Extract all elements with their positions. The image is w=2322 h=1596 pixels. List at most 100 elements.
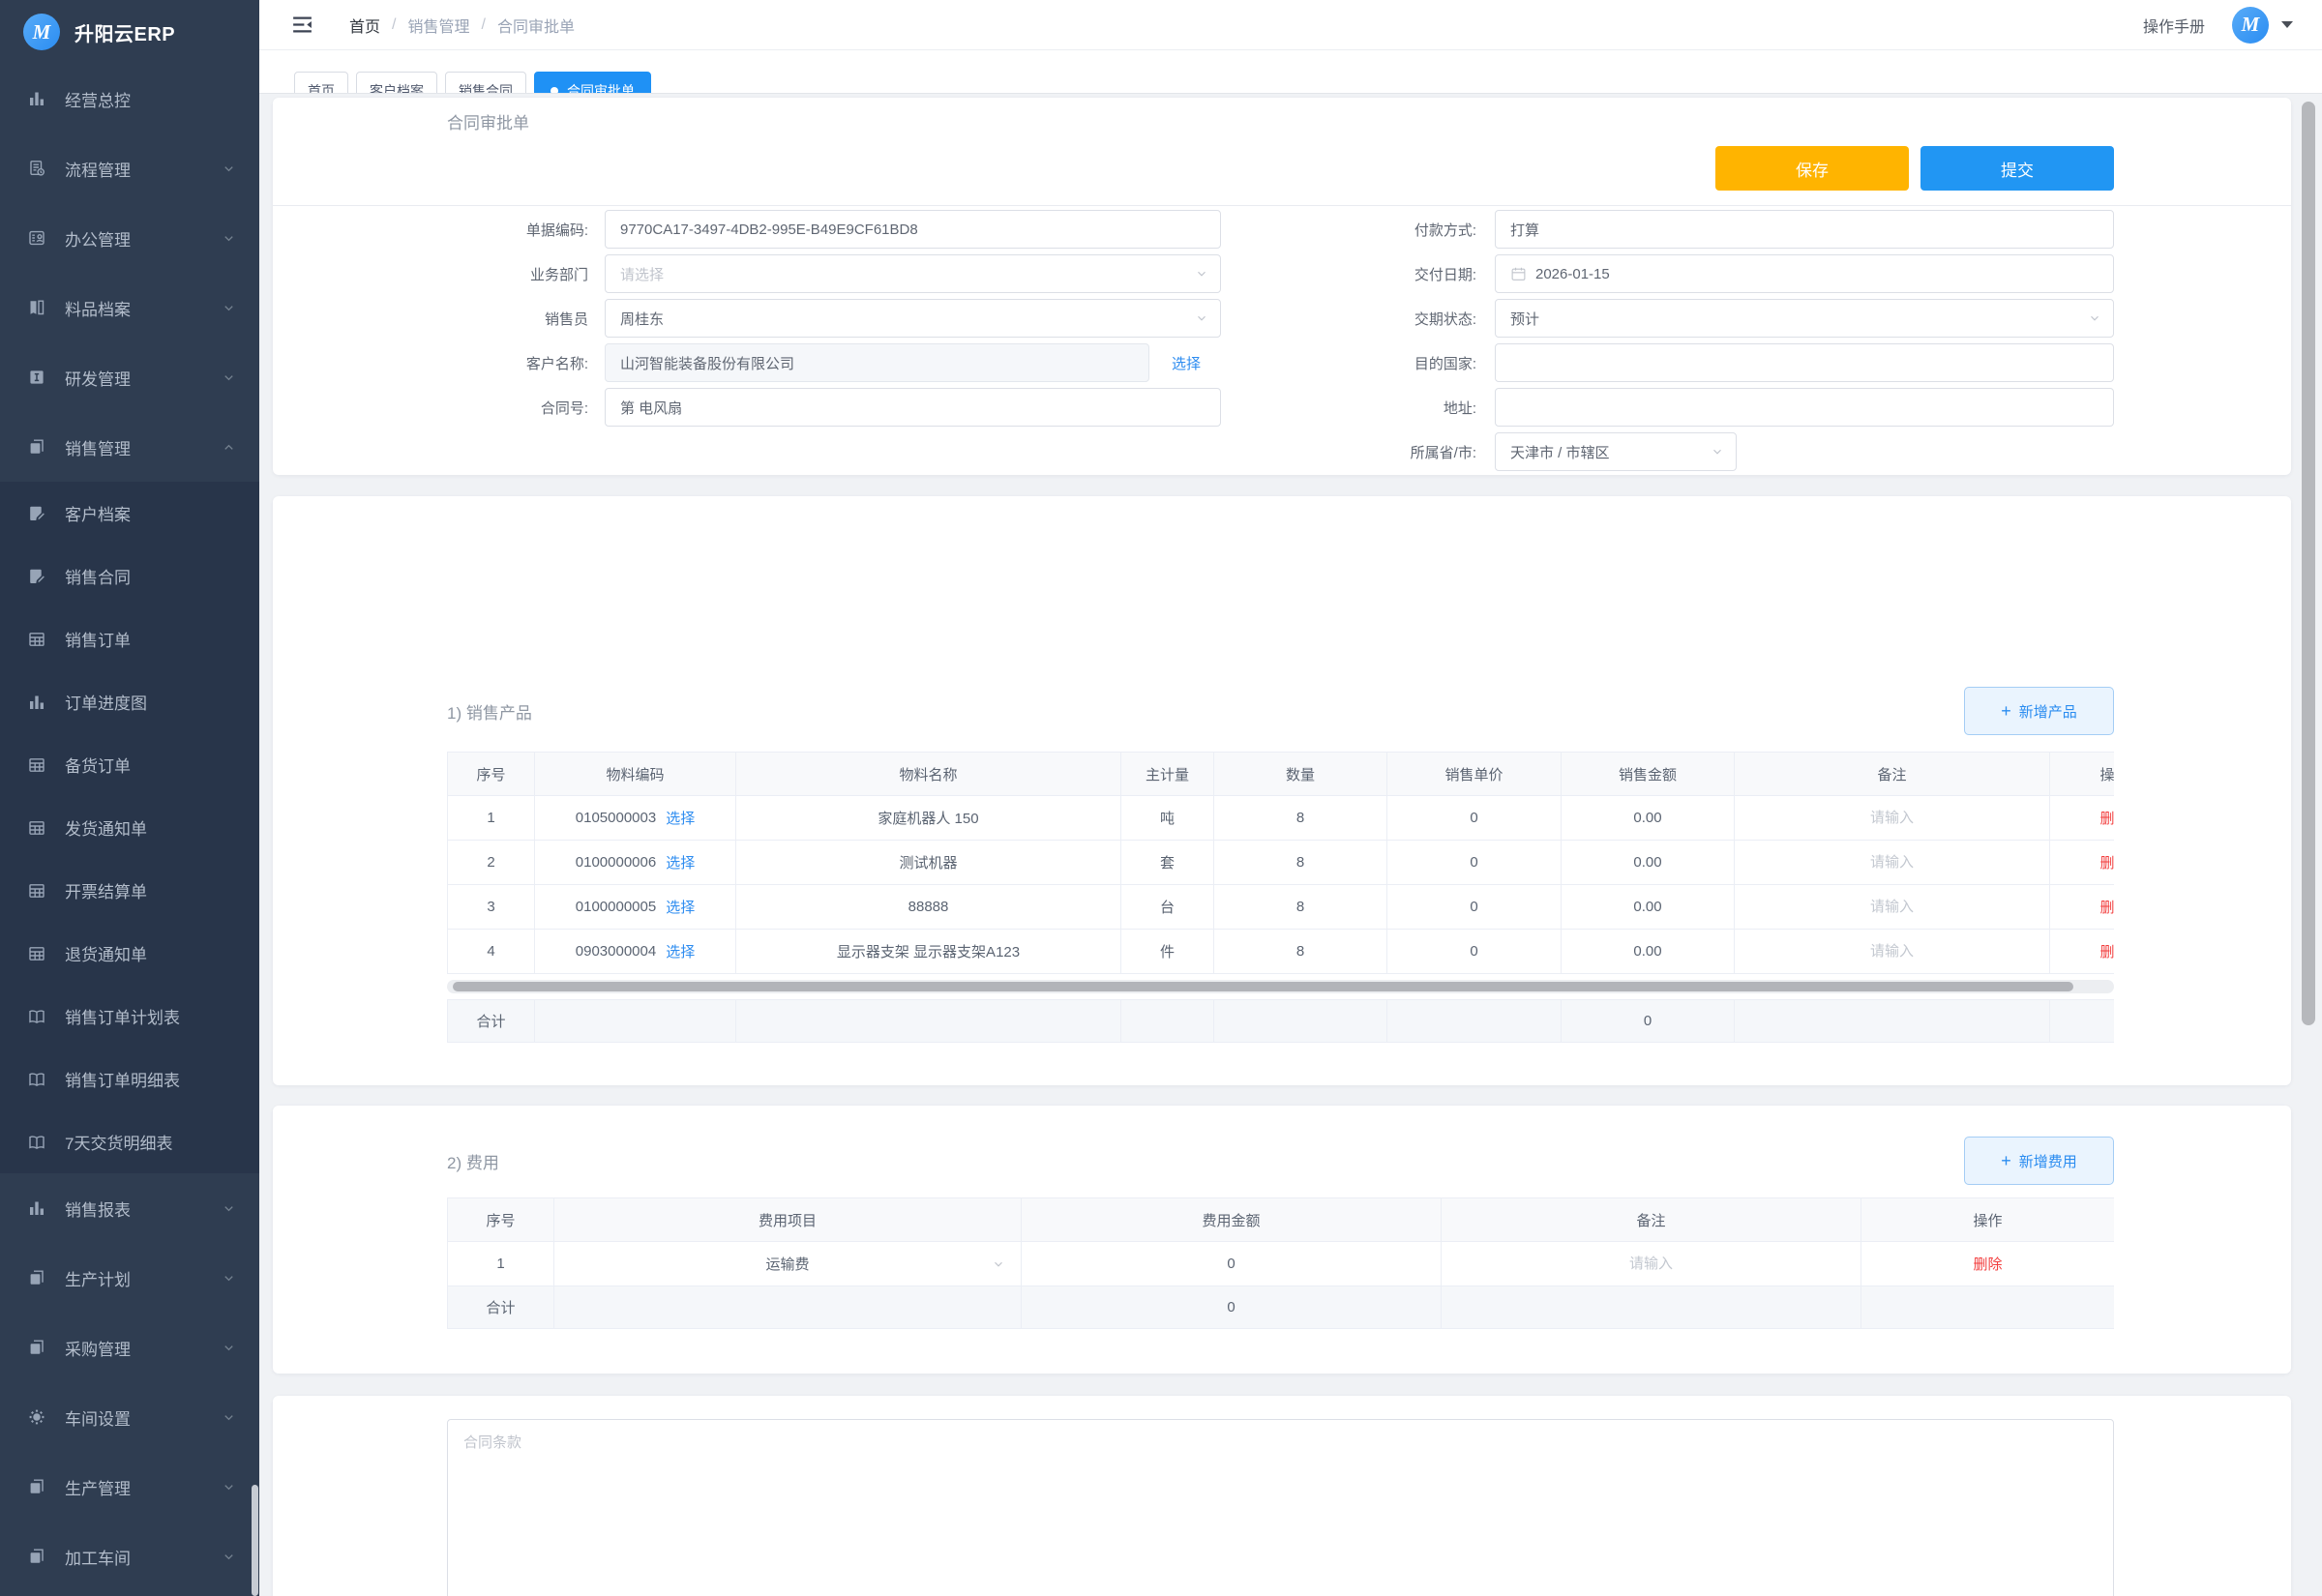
- remark-input[interactable]: [1459, 1255, 1843, 1273]
- salesperson-select[interactable]: 周桂东: [605, 299, 1221, 338]
- tab-customer-archives[interactable]: 客户档案: [356, 72, 437, 94]
- contract-terms-card: [273, 1396, 2291, 1596]
- table-icon: [27, 818, 46, 838]
- total-amount: 0: [1562, 1000, 1735, 1043]
- material-code: 0100000005: [576, 899, 656, 915]
- caret-down-icon[interactable]: [2281, 21, 2293, 28]
- products-total-row: 合计 0: [447, 999, 2114, 1043]
- tab-bar: 首页 客户档案 销售合同 合同审批单: [259, 50, 2322, 94]
- tab-sales-contract[interactable]: 销售合同: [445, 72, 526, 94]
- breadcrumb-home[interactable]: 首页: [349, 14, 380, 37]
- sidebar-item-rnd-mgmt[interactable]: 研发管理: [0, 342, 259, 412]
- sidebar-item-order-progress[interactable]: 订单进度图: [0, 670, 259, 733]
- row-delete-link[interactable]: 删除: [2099, 811, 2114, 827]
- sidebar-item-production-mgmt[interactable]: 生产管理: [0, 1452, 259, 1522]
- sidebar-item-label: 销售报表: [65, 1197, 131, 1221]
- chevron-down-icon: [222, 370, 236, 385]
- sidebar-item-label: 车间设置: [65, 1405, 131, 1430]
- delivery-date-picker[interactable]: 2026-01-15: [1495, 254, 2114, 293]
- payment-method-field[interactable]: [1495, 210, 2114, 249]
- table-horizontal-scrollbar[interactable]: [453, 982, 2073, 991]
- chevron-down-icon: [222, 1480, 236, 1494]
- total-amount: 0: [1022, 1286, 1442, 1329]
- book-icon: [27, 298, 46, 317]
- material-code: 0903000004: [576, 943, 656, 960]
- topbar-right: 操作手册 M: [2143, 7, 2293, 44]
- sidebar-item-sales-contract[interactable]: 销售合同: [0, 545, 259, 607]
- sidebar-item-sales-order-plan[interactable]: 销售订单计划表: [0, 985, 259, 1048]
- page-scrollbar[interactable]: [2302, 102, 2315, 1025]
- row-select-link[interactable]: 选择: [666, 808, 695, 828]
- remark-input[interactable]: [1748, 809, 2036, 827]
- sidebar-item-customer-archives[interactable]: 客户档案: [0, 482, 259, 545]
- sidebar-item-sales-order-detail[interactable]: 销售订单明细表: [0, 1048, 259, 1110]
- remark-input[interactable]: [1748, 942, 2036, 961]
- province-city-select[interactable]: 天津市 / 市辖区: [1495, 432, 1737, 471]
- hamburger-icon[interactable]: [290, 13, 314, 37]
- submit-button[interactable]: 提交: [1920, 146, 2114, 191]
- contract-terms-textarea[interactable]: [447, 1419, 2114, 1596]
- sidebar-item-office-mgmt[interactable]: 办公管理: [0, 203, 259, 273]
- sidebar-item-purchase-mgmt[interactable]: 采购管理: [0, 1313, 259, 1382]
- chevron-down-icon: [222, 1201, 236, 1216]
- sidebar-item-processing-workshop[interactable]: 加工车间: [0, 1522, 259, 1591]
- row-select-link[interactable]: 选择: [666, 941, 695, 961]
- file-edit-icon: [27, 567, 46, 586]
- app-logo: M 升阳云ERP: [0, 0, 259, 64]
- sidebar-item-invoice-settlement[interactable]: 开票结算单: [0, 859, 259, 922]
- save-button[interactable]: 保存: [1715, 146, 1909, 191]
- delivery-status-select[interactable]: 预计: [1495, 299, 2114, 338]
- add-fee-button[interactable]: + 新增费用: [1964, 1137, 2114, 1185]
- sidebar-item-return-notice[interactable]: 退货通知单: [0, 922, 259, 985]
- chevron-down-icon: [1195, 311, 1208, 325]
- sidebar-item-material-archives[interactable]: 料品档案: [0, 273, 259, 342]
- sidebar-item-production-plan[interactable]: 生产计划: [0, 1243, 259, 1313]
- fees-table-viewport: 序号费用项目费用金额 备注操作 1 运输费 0: [447, 1197, 2114, 1329]
- sidebar-item-process-mgmt[interactable]: 流程管理: [0, 133, 259, 203]
- fee-item-select[interactable]: 运输费: [554, 1242, 1022, 1286]
- chevron-up-icon: [222, 440, 236, 455]
- breadcrumb: 首页 / 销售管理 / 合同审批单: [349, 14, 575, 37]
- tab-contract-approval[interactable]: 合同审批单: [534, 72, 651, 94]
- app-title: 升阳云ERP: [74, 18, 175, 46]
- fees-total-row: 合计 0: [448, 1286, 2115, 1329]
- sidebar-scrollbar[interactable]: [252, 1485, 258, 1596]
- sidebar-item-sales-report[interactable]: 销售报表: [0, 1173, 259, 1243]
- destination-country-field[interactable]: [1495, 343, 2114, 382]
- sidebar-item-sales-order[interactable]: 销售订单: [0, 607, 259, 670]
- app-root: M 升阳云ERP 经营总控 流程管理 办公管理 料品档案 研发管理: [0, 0, 2322, 1596]
- sidebar-item-label: 开票结算单: [65, 878, 147, 902]
- sidebar-item-sales-mgmt[interactable]: 销售管理: [0, 412, 259, 482]
- breadcrumb-section[interactable]: 销售管理: [407, 14, 469, 37]
- sidebar-item-label: 销售订单: [65, 627, 131, 651]
- row-select-link[interactable]: 选择: [666, 897, 695, 917]
- sidebar-item-stocking-order[interactable]: 备货订单: [0, 733, 259, 796]
- remark-input[interactable]: [1748, 853, 2036, 872]
- address-field[interactable]: [1495, 388, 2114, 427]
- row-select-link[interactable]: 选择: [666, 852, 695, 872]
- sidebar-item-label: 料品档案: [65, 296, 131, 320]
- gear-icon: [27, 1407, 46, 1427]
- row-delete-link[interactable]: 删除: [2099, 944, 2114, 961]
- add-product-button[interactable]: + 新增产品: [1964, 687, 2114, 735]
- remark-input[interactable]: [1748, 898, 2036, 916]
- product-row: 3 0100000005选择 88888 台 8 0 0.00 删除: [448, 885, 2115, 930]
- tab-home[interactable]: 首页: [294, 72, 348, 94]
- row-delete-link[interactable]: 删除: [2099, 900, 2114, 916]
- business-dept-select[interactable]: 请选择: [605, 254, 1221, 293]
- sidebar-item-delivery-7day-detail[interactable]: 7天交货明细表: [0, 1110, 259, 1173]
- manual-link[interactable]: 操作手册: [2143, 14, 2205, 37]
- row-delete-link[interactable]: 删除: [1973, 1256, 2002, 1273]
- sidebar-item-workshop-settings[interactable]: 车间设置: [0, 1382, 259, 1452]
- doc-code-field[interactable]: [605, 210, 1221, 249]
- sidebar-item-business-overview[interactable]: 经营总控: [0, 64, 259, 133]
- customer-select-link[interactable]: 选择: [1172, 353, 1201, 373]
- chart-icon: [27, 693, 46, 712]
- document-icon: [27, 159, 46, 178]
- sidebar-item-label: 经营总控: [65, 87, 131, 111]
- contract-no-label: 合同号:: [447, 398, 588, 418]
- sidebar-item-shipping-notice[interactable]: 发货通知单: [0, 796, 259, 859]
- row-delete-link[interactable]: 删除: [2099, 855, 2114, 872]
- avatar[interactable]: M: [2232, 7, 2269, 44]
- contract-no-field[interactable]: [605, 388, 1221, 427]
